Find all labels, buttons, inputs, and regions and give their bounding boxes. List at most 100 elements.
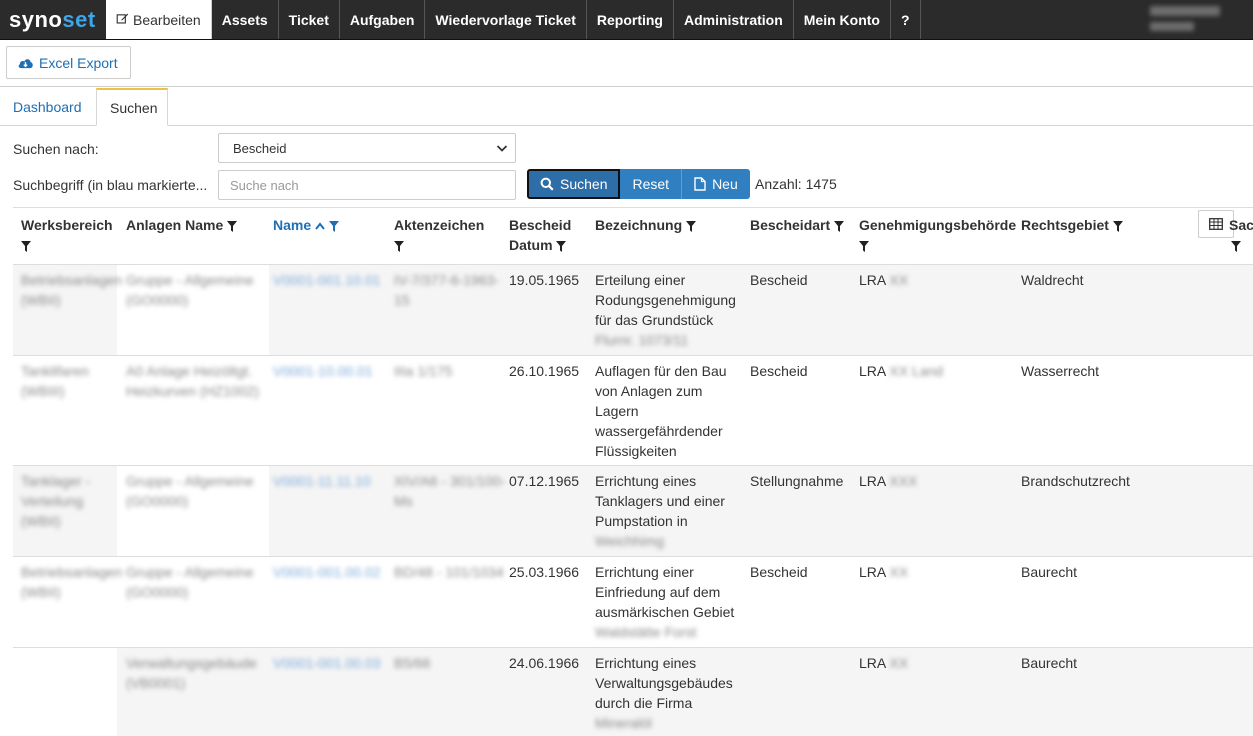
tab-suchen[interactable]: Suchen [96, 88, 168, 126]
header-label: Rechtsgebiet [1021, 217, 1109, 233]
header-label: Anlagen Name [126, 217, 224, 233]
user-info-redacted [1150, 22, 1194, 31]
cell-bescheidart: Bescheid [750, 564, 808, 580]
nav-item-assets[interactable]: Assets [212, 0, 279, 39]
header-label: Bescheid [509, 217, 572, 233]
nav-item-reporting[interactable]: Reporting [587, 0, 674, 39]
search-button-group: Suchen Reset Neu [527, 169, 750, 199]
header-label: Bezeichnung [595, 217, 683, 233]
tab-dashboard[interactable]: Dashboard [0, 88, 95, 126]
filter-icon[interactable] [556, 240, 567, 252]
toolbar: Excel Export [0, 40, 1253, 87]
search-by-select[interactable]: Bescheid [218, 133, 516, 163]
cell-bezeichnung: Errichtung eines Tanklagers und einer Pu… [595, 466, 745, 551]
bezeichnung-line: Verwaltungsgebäudes [595, 675, 733, 691]
search-term-input[interactable]: Suche nach [218, 170, 516, 200]
header-bescheid-datum[interactable]: Bescheid Datum [509, 208, 589, 255]
cell-bescheidart: Stellungnahme [750, 473, 844, 489]
new-button-label: Neu [712, 176, 738, 192]
cell-rechtsgebiet: Wasserrecht [1021, 363, 1100, 379]
search-button[interactable]: Suchen [527, 169, 621, 199]
bezeichnung-line: Tanklagers und einer [595, 493, 725, 509]
nav-item-help[interactable]: ? [891, 0, 921, 39]
cell-bezeichnung: Erteilung einer Rodungsgenehmigung für d… [595, 265, 745, 350]
header-werksbereich[interactable]: Werksbereich [21, 208, 131, 255]
bezeichnung-line: Einfriedung auf dem [595, 584, 721, 600]
reset-button-label: Reset [632, 176, 670, 192]
nav-item-label: Reporting [596, 11, 663, 28]
sort-ascending-icon[interactable] [315, 222, 325, 230]
filter-icon[interactable] [1231, 240, 1241, 252]
cell-anlagen-name: Gruppe - Allgemeine (GO0000) [126, 564, 254, 600]
cell-aktenzeichen: IV-7/377-6-1963- 15 [394, 272, 500, 308]
nav-item-label: Ticket [288, 11, 329, 28]
bezeichnung-line: für das Grundstück [595, 312, 714, 328]
table-row[interactable]: Tanklager - Verteilung (WBII) Gruppe - All… [13, 465, 1253, 556]
edit-icon [116, 12, 129, 28]
header-label: Name [273, 217, 312, 233]
cell-bescheidart: Bescheid [750, 272, 808, 288]
filter-icon[interactable] [834, 220, 845, 232]
cell-anlagen-name: Gruppe - Allgemeine (GO0000) [126, 473, 254, 509]
filter-icon[interactable] [686, 220, 697, 232]
header-bescheidart[interactable]: Bescheidart [750, 208, 850, 235]
behoerde-prefix: LRA [859, 473, 886, 489]
filter-icon[interactable] [227, 220, 238, 232]
table-row[interactable]: Betriebsanlagen (WBII) Gruppe - Allgemein… [13, 556, 1253, 647]
header-anlagen-name[interactable]: Anlagen Name [126, 208, 266, 235]
behoerde-prefix: LRA [859, 655, 886, 671]
reset-button[interactable]: Reset [620, 169, 683, 199]
header-bezeichnung[interactable]: Bezeichnung [595, 208, 745, 235]
bezeichnung-line: durch die Firma [595, 695, 693, 711]
cell-name-link[interactable]: V0001-11.11.10 [273, 466, 371, 491]
cell-name-link[interactable]: V0001-10.00.01 [273, 356, 373, 381]
nav-item-ticket[interactable]: Ticket [279, 0, 340, 39]
filter-icon[interactable] [1112, 220, 1123, 232]
nav-item-mein-konto[interactable]: Mein Konto [794, 0, 891, 39]
nav-item-wiedervorlage-ticket[interactable]: Wiedervorlage Ticket [425, 0, 587, 39]
bezeichnung-line: Errichtung eines [595, 473, 697, 489]
search-term-label: Suchbegriff (in blau markierte... [13, 177, 208, 193]
bezeichnung-line: Rodungsgenehmigung [595, 292, 736, 308]
header-name[interactable]: Name [273, 208, 383, 235]
cell-bescheidart: Bescheid [750, 363, 808, 379]
nav-item-aufgaben[interactable]: Aufgaben [340, 0, 426, 39]
excel-export-button[interactable]: Excel Export [6, 46, 131, 79]
behoerde-prefix: LRA [859, 363, 886, 379]
cell-name-link[interactable]: V0001-001.00.03 [273, 648, 380, 673]
user-menu[interactable] [1136, 0, 1253, 39]
bezeichnung-line: Flüssigkeiten [595, 443, 677, 459]
cell-name-link[interactable]: V0001-001.10.01 [273, 265, 380, 290]
new-button[interactable]: Neu [682, 169, 750, 199]
new-document-icon [694, 177, 706, 191]
filter-icon[interactable] [328, 220, 339, 232]
bezeichnung-line: Erteilung einer [595, 272, 686, 288]
nav-item-administration[interactable]: Administration [674, 0, 794, 39]
tab-label: Suchen [110, 99, 158, 116]
table-row[interactable]: Verwaltungsgebäude (VB0001) V0001-001.00.… [13, 647, 1253, 736]
filter-icon[interactable] [394, 240, 404, 252]
bezeichnung-line: Errichtung einer [595, 564, 694, 580]
tab-label: Dashboard [13, 99, 82, 115]
header-rechtsgebiet[interactable]: Rechtsgebiet [1021, 208, 1151, 235]
results-table: Werksbereich Anlagen Name Name Aktenzeic… [13, 207, 1253, 736]
user-name-redacted [1150, 6, 1220, 16]
cell-name-link[interactable]: V0001-001.00.02 [273, 557, 380, 582]
synoset-logo[interactable]: syno set [0, 0, 106, 39]
header-genehmigungsbehoerde[interactable]: Genehmigungsbehörde [859, 208, 1019, 255]
header-sach[interactable]: Sach [1229, 208, 1253, 255]
behoerde-prefix: LRA [859, 272, 886, 288]
filter-icon[interactable] [21, 240, 31, 252]
cell-genehmigungsbehoerde: LRA XX [859, 272, 909, 288]
nav-item-bearbeiten[interactable]: Bearbeiten [106, 0, 212, 39]
filter-icon[interactable] [859, 240, 869, 252]
table-row[interactable]: Tanklifaren (WBIII) A0 Anlage Heizöltgt. H… [13, 355, 1253, 465]
table-row[interactable]: Betriebsanlagen (WBII) Gruppe - Allgemein… [13, 264, 1253, 355]
search-by-label: Suchen nach: [13, 141, 99, 157]
header-aktenzeichen[interactable]: Aktenzeichen [394, 208, 504, 255]
cell-anlagen-name: A0 Anlage Heizöltgt. Heizkurven (HZ1002) [126, 363, 260, 399]
tab-bar: Dashboard Suchen [0, 88, 1253, 126]
cell-werksbereich: Tanklager - Verteilung (WBII) [21, 473, 91, 529]
nav-item-label: Wiedervorlage Ticket [435, 11, 576, 28]
cell-bezeichnung: Auflagen für den Bau von Anlagen zum Lag… [595, 356, 745, 461]
